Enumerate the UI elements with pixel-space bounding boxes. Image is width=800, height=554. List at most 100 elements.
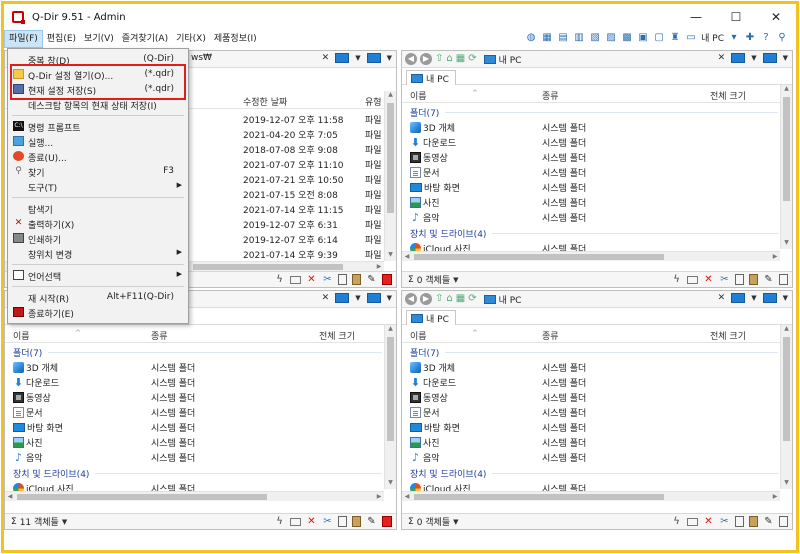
folder-tree-icon[interactable]: ⌂ [446, 293, 452, 305]
properties-icon[interactable] [779, 274, 788, 285]
properties-icon[interactable] [382, 516, 392, 527]
tab-my-pc[interactable]: 내 PC [406, 70, 456, 85]
dropdown-icon[interactable]: ▾ [728, 32, 740, 44]
scroll-thumb[interactable] [783, 337, 790, 441]
pane-top-right[interactable]: ◀ ▶ ⇧ ⌂ ▦ ⟳ 내 PC ✕ ▼ ▼ 내 PC 이름 종류 전체 크기 … [401, 50, 793, 288]
menu-item[interactable]: 언어선택 ▶ [8, 268, 188, 283]
rename-icon[interactable]: ✎ [763, 516, 774, 527]
group-header-folders[interactable]: 폴더(7) [410, 105, 778, 119]
scroll-down-icon[interactable]: ▼ [385, 251, 396, 261]
up-folder-icon[interactable]: ⇧ [435, 53, 443, 65]
view-mode-2-icon[interactable] [762, 53, 777, 63]
menu-favorites[interactable]: 즐겨찾기(A) [118, 30, 172, 48]
bolt-icon[interactable]: ϟ [671, 274, 682, 285]
list-item[interactable]: 3D 개체 시스템 폴더 [5, 359, 384, 374]
close-pane-icon[interactable]: ✕ [322, 53, 330, 63]
scroll-right-icon[interactable]: ▶ [770, 492, 780, 502]
pane-bottom-left[interactable]: ✕ ▼ ▼ 이름 종류 전체 크기 ^ 폴더(7) 3D 개체 시스템 폴더 ⬇ 다운로드 시스템… [4, 290, 397, 530]
menu-item[interactable]: 종료(U)... [8, 149, 188, 164]
delete-icon[interactable]: ✕ [306, 274, 317, 285]
refresh-icon[interactable]: ⟳ [468, 293, 476, 305]
paste-icon[interactable] [352, 274, 361, 285]
chevron-down-icon[interactable]: ▼ [355, 54, 360, 62]
hscroll-thumb[interactable] [414, 254, 664, 260]
delete-icon[interactable]: ✕ [703, 274, 714, 285]
scroll-down-icon[interactable]: ▼ [781, 479, 792, 489]
toolbar-pc-label[interactable]: 내 PC [701, 31, 724, 44]
menu-item[interactable]: 실행... [8, 134, 188, 149]
up-folder-icon[interactable]: ⇧ [435, 293, 443, 305]
scroll-thumb[interactable] [387, 337, 394, 441]
group-header-devices[interactable]: 장치 및 드라이브(4) [410, 226, 778, 240]
forward-icon[interactable]: ▶ [420, 293, 432, 305]
column-type[interactable]: 종류 [542, 89, 559, 102]
forward-icon[interactable]: ▶ [420, 53, 432, 65]
list-item[interactable]: ⬇ 다운로드 시스템 폴더 [5, 374, 384, 389]
horizontal-scrollbar[interactable]: ◀ ▶ [5, 491, 384, 501]
cut-icon[interactable]: ✂ [322, 516, 333, 527]
paste-icon[interactable] [749, 516, 758, 527]
close-pane-icon[interactable]: ✕ [718, 293, 726, 303]
copy-icon[interactable] [338, 516, 347, 527]
close-pane-icon[interactable]: ✕ [718, 53, 726, 63]
scroll-thumb[interactable] [783, 97, 790, 201]
vertical-scrollbar[interactable]: ▲ ▼ [780, 85, 792, 249]
hscroll-thumb[interactable] [414, 494, 664, 500]
chevron-down-icon[interactable]: ▼ [62, 518, 67, 526]
chevron-down-icon[interactable]: ▼ [387, 54, 392, 62]
layout-6-icon[interactable]: ▩ [621, 32, 633, 44]
back-icon[interactable]: ◀ [405, 53, 417, 65]
pane-bottom-right[interactable]: ◀ ▶ ⇧ ⌂ ▦ ⟳ 내 PC ✕ ▼ ▼ 내 PC 이름 종류 전체 크기 … [401, 290, 793, 530]
copy-icon[interactable] [735, 516, 744, 527]
list-item[interactable]: 바탕 화면 시스템 폴더 [402, 179, 780, 194]
list-item[interactable]: ♪ 음악 시스템 폴더 [5, 449, 384, 464]
menu-item[interactable]: ⚲ 찾기 F3 [8, 164, 188, 179]
chevron-down-icon[interactable]: ▼ [355, 294, 360, 302]
scroll-down-icon[interactable]: ▼ [781, 239, 792, 249]
list-item[interactable]: ⬇ 다운로드 시스템 폴더 [402, 134, 780, 149]
view-mode-icon[interactable] [731, 293, 746, 303]
list-item[interactable]: 사진 시스템 폴더 [5, 434, 384, 449]
copy-icon[interactable] [735, 274, 744, 285]
menu-item[interactable]: 재 시작(R) Alt+F11(Q-Dir) [8, 290, 188, 305]
group-header-folders[interactable]: 폴더(7) [410, 345, 778, 359]
properties-icon[interactable] [779, 516, 788, 527]
delete-icon[interactable]: ✕ [306, 516, 317, 527]
scroll-left-icon[interactable]: ◀ [402, 492, 412, 502]
vertical-scrollbar[interactable]: ▲ ▼ [384, 325, 396, 489]
column-name[interactable]: 이름 [410, 89, 427, 102]
menu-extras[interactable]: 기타(X) [172, 30, 210, 48]
list-item[interactable]: 동영상 시스템 폴더 [402, 149, 780, 164]
column-date[interactable]: 수정한 날짜 [243, 95, 287, 108]
rename-icon[interactable]: ✎ [763, 274, 774, 285]
list-item[interactable]: ♪ 음악 시스템 폴더 [402, 449, 780, 464]
list-item[interactable]: 문서 시스템 폴더 [5, 404, 384, 419]
scroll-right-icon[interactable]: ▶ [374, 492, 384, 502]
copy-icon[interactable] [338, 274, 347, 285]
chevron-down-icon[interactable]: ▼ [783, 54, 788, 62]
list-item[interactable]: 동영상 시스템 폴더 [5, 389, 384, 404]
scroll-up-icon[interactable]: ▲ [385, 325, 396, 335]
chevron-down-icon[interactable]: ▼ [751, 294, 756, 302]
globe-icon[interactable]: ◍ [525, 32, 537, 44]
view-mode-icon[interactable] [335, 293, 350, 303]
menu-edit[interactable]: 편집(E) [43, 30, 80, 48]
view-mode-2-icon[interactable] [366, 293, 381, 303]
column-name[interactable]: 이름 [410, 329, 427, 342]
view-mode-2-icon[interactable] [762, 293, 777, 303]
tab-my-pc[interactable]: 내 PC [406, 310, 456, 325]
close-button[interactable]: ✕ [756, 4, 796, 30]
folder-tree-icon[interactable]: ⌂ [446, 53, 452, 65]
zoom-icon[interactable]: ⚲ [776, 32, 788, 44]
scroll-thumb[interactable] [387, 103, 394, 213]
layout-2-icon[interactable]: ▤ [557, 32, 569, 44]
pin-icon[interactable]: ✚ [744, 32, 756, 44]
back-icon[interactable]: ◀ [405, 293, 417, 305]
paste-icon[interactable] [749, 274, 758, 285]
menu-item[interactable]: C:\ 명령 프롬프트 [8, 119, 188, 134]
hscroll-thumb[interactable] [17, 494, 267, 500]
menu-item[interactable]: 종료하기(E) [8, 305, 188, 320]
horizontal-scrollbar[interactable]: ◀ ▶ [402, 251, 780, 261]
view-mode-icon[interactable] [335, 53, 350, 63]
chevron-down-icon[interactable]: ▼ [453, 276, 458, 284]
